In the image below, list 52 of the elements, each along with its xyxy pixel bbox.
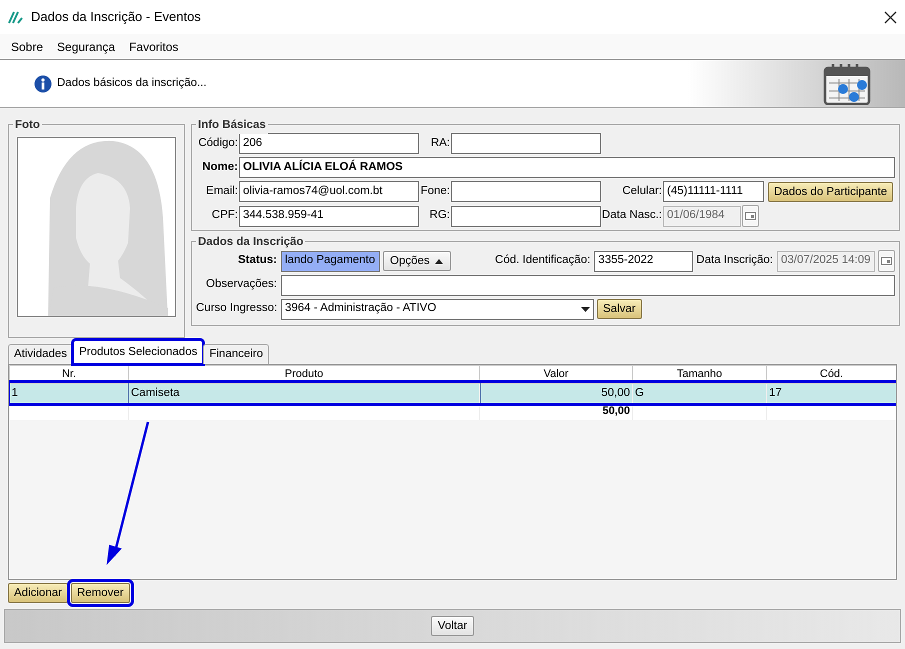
calendar-button[interactable] — [742, 205, 759, 227]
input-field[interactable] — [451, 206, 601, 226]
group-title: Info Básicas — [196, 117, 268, 134]
field-label: Email: — [205, 184, 239, 199]
tab[interactable]: Produtos Selecionados — [73, 340, 204, 364]
input-field[interactable]: 206 — [239, 133, 419, 154]
field-label: Data Inscrição: — [696, 253, 774, 268]
field-label: CPF: — [210, 208, 239, 224]
field-label: RG: — [428, 208, 451, 224]
input-field[interactable]: 3355-2022 — [594, 250, 694, 272]
info-icon — [34, 74, 52, 92]
input-field[interactable]: lando Pagamento — [281, 250, 380, 272]
input-field[interactable]: olivia-ramos74@uol.com.bt — [239, 181, 419, 202]
options-button[interactable]: Opções — [383, 251, 451, 271]
participant-button[interactable]: Dados do Participante — [768, 182, 894, 202]
caret-up-icon — [434, 258, 444, 264]
field-label: Nome: — [201, 160, 239, 175]
save-button[interactable]: Salvar — [597, 299, 642, 319]
input-field[interactable]: OLIVIA ALÍCIA ELOÁ RAMOS — [239, 157, 895, 178]
field-label: Celular: — [621, 184, 663, 199]
window-title: Dados da Inscrição - Eventos — [31, 8, 202, 26]
field-label: Fone: — [420, 184, 451, 199]
menu-item[interactable]: Sobre — [7, 36, 48, 58]
input-field[interactable] — [451, 181, 601, 202]
header-message: Dados básicos da inscrição... — [57, 76, 208, 91]
dropdown-caret-icon — [581, 306, 590, 312]
table-row[interactable]: 1 Camiseta 50,00 G 17 — [10, 383, 896, 403]
back-button[interactable]: Voltar — [430, 616, 474, 636]
menu-item[interactable]: Favoritos — [125, 36, 182, 58]
field-label: Observações: — [205, 277, 278, 292]
field-label: Código: — [197, 136, 239, 151]
menu-item[interactable]: Segurança — [53, 36, 120, 58]
calendar-icon — [881, 257, 892, 265]
tab[interactable]: Atividades — [8, 344, 74, 364]
field-label: Cód. Identificação: — [495, 253, 592, 268]
input-field[interactable]: 344.538.959-41 — [239, 206, 419, 226]
close-icon — [884, 11, 897, 24]
field-label: RA: — [430, 136, 451, 151]
total-value: 50,00 — [602, 405, 630, 418]
app-logo-icon — [8, 10, 23, 24]
input-field[interactable] — [281, 274, 895, 296]
field-label: Curso Ingresso: — [196, 301, 278, 316]
field-label: Data Nasc.: — [601, 208, 663, 224]
action-button[interactable]: Adicionar — [8, 583, 68, 603]
course-select[interactable]: 3964 - Administração - ATIVO — [281, 298, 594, 320]
field-label: Status: — [237, 253, 278, 268]
tab[interactable]: Financeiro — [203, 344, 270, 364]
input-field[interactable]: (45)11111-1111 — [663, 181, 764, 202]
calendar-icon — [745, 212, 756, 220]
calendar-button[interactable] — [878, 250, 895, 272]
calendar-check-icon — [823, 62, 871, 104]
input-field[interactable] — [451, 133, 601, 154]
